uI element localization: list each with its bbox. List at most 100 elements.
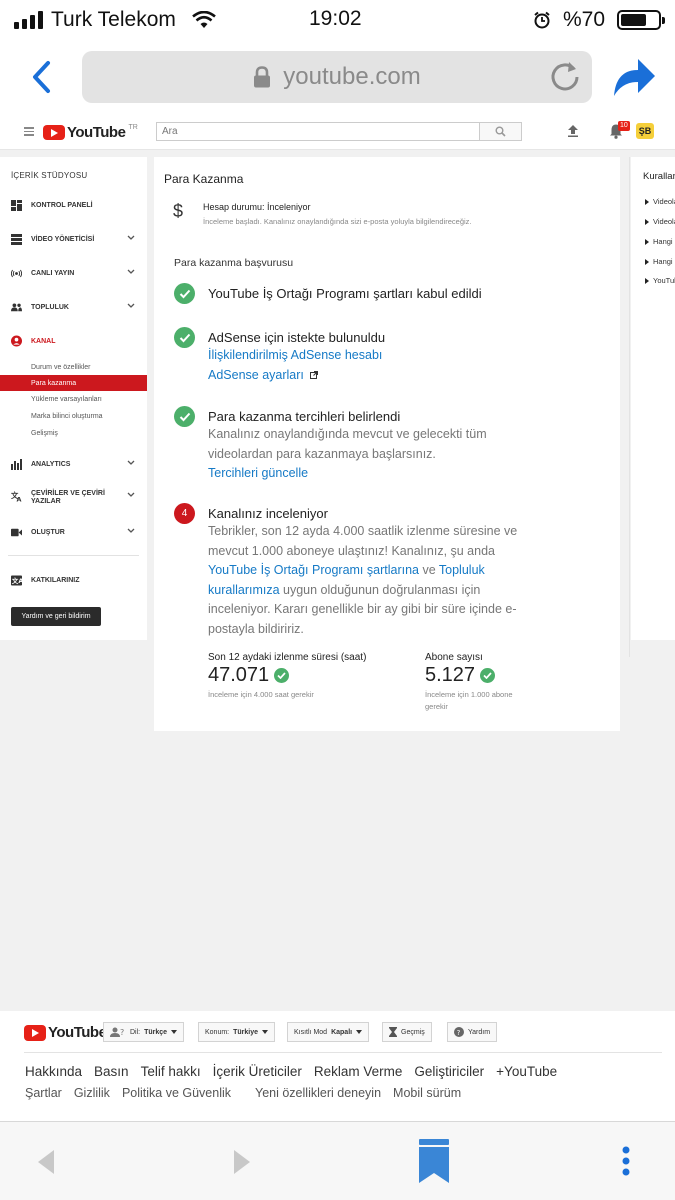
panel-item[interactable]: Hangi	[645, 257, 673, 266]
caret-right-icon	[645, 258, 649, 265]
sidebar-item-label: TOPLULUK	[31, 303, 69, 311]
adsense-settings-link[interactable]: AdSense ayarları	[208, 366, 538, 386]
footer-link-policy[interactable]: Politika ve Güvenlik	[122, 1086, 231, 1100]
panel-item[interactable]: Videolar	[645, 197, 675, 206]
language-picker[interactable]: ? Dil: Türkçe	[103, 1022, 185, 1042]
translate-icon: 文A	[11, 490, 22, 501]
studio-sidebar: İÇERİK STÜDYOSU KONTROL PANELİ VİDEO YÖN…	[0, 157, 147, 640]
footer-link-new-features[interactable]: Yeni özellikleri deneyin	[255, 1086, 381, 1100]
footer-link-developers[interactable]: Geliştiriciler	[414, 1064, 484, 1079]
footer-link-creators[interactable]: İçerik Üreticiler	[213, 1064, 302, 1079]
sidebar-item-create[interactable]: OLUŞTUR	[0, 523, 147, 541]
sidebar-sub-branding[interactable]: Marka bilinci oluşturma	[0, 408, 147, 424]
play-logo-icon	[24, 1024, 46, 1041]
help-button[interactable]: ? Yardım	[447, 1022, 498, 1042]
footer-primary-links: Hakkında Basın Telif hakkı İçerik Üretic…	[25, 1064, 557, 1079]
footer-link-about[interactable]: Hakkında	[25, 1064, 82, 1079]
sidebar-sub-monetization[interactable]: Para kazanma	[0, 375, 147, 391]
search-button[interactable]	[480, 122, 522, 141]
footer-link-plus-youtube[interactable]: +YouTube	[496, 1064, 557, 1079]
step-description: Tebrikler, son 12 ayda 4.000 saatlik izl…	[208, 524, 518, 636]
sidebar-item-video-manager[interactable]: VİDEO YÖNETİCİSİ	[0, 230, 147, 248]
check-circle-icon	[174, 406, 195, 427]
upload-button[interactable]	[567, 124, 579, 143]
chevron-down-icon	[127, 269, 135, 274]
svg-text:?: ?	[120, 1028, 124, 1037]
search-input[interactable]: Ara	[156, 122, 480, 141]
toolbar-more-button[interactable]	[620, 1146, 632, 1183]
footer-link-press[interactable]: Basın	[94, 1064, 129, 1079]
adsense-account-link[interactable]: İlişkilendirilmiş AdSense hesabı	[208, 346, 538, 366]
footer-link-terms[interactable]: Şartlar	[25, 1086, 62, 1100]
sidebar-sub-advanced[interactable]: Gelişmiş	[0, 425, 147, 441]
alarm-icon	[534, 11, 550, 29]
signal-icon	[14, 11, 43, 29]
community-icon	[11, 302, 22, 313]
menu-icon[interactable]	[24, 127, 34, 138]
sidebar-sub-upload-defaults[interactable]: Yükleme varsayılanları	[0, 391, 147, 407]
reload-button[interactable]	[548, 60, 582, 101]
share-button[interactable]	[592, 56, 675, 98]
adsense-settings-label: AdSense ayarları	[208, 367, 304, 382]
url-text: youtube.com	[283, 63, 421, 90]
history-button[interactable]: Geçmiş	[382, 1022, 432, 1042]
share-arrow-icon	[613, 59, 655, 96]
footer-link-advertise[interactable]: Reklam Verme	[314, 1064, 403, 1079]
panel-item[interactable]: Hangi	[645, 237, 673, 246]
step-title: YouTube İş Ortağı Programı şartları kabu…	[208, 286, 482, 301]
scrollbar[interactable]	[624, 157, 630, 657]
svg-text:?: ?	[457, 1029, 461, 1037]
dollar-icon: $	[173, 201, 184, 221]
stat-value: 5.127	[425, 664, 476, 686]
toolbar-forward-button[interactable]	[232, 1150, 250, 1179]
check-circle-icon	[274, 668, 290, 683]
footer-youtube-logo[interactable]: YouTube	[24, 1024, 107, 1041]
address-field[interactable]: youtube.com	[82, 51, 592, 103]
toolbar-back-button[interactable]	[38, 1150, 56, 1179]
youtube-logo[interactable]: YouTube TR	[43, 124, 138, 141]
chevron-down-icon	[127, 460, 135, 465]
sidebar-item-channel[interactable]: KANAL	[0, 332, 147, 350]
browser-url-bar: youtube.com	[0, 40, 675, 114]
sidebar-item-label: VİDEO YÖNETİCİSİ	[31, 235, 95, 243]
location-picker[interactable]: Konum: Türkiye	[198, 1022, 276, 1042]
panel-item[interactable]: YouTube	[645, 276, 675, 285]
restricted-mode-picker[interactable]: Kısıtlı Mod Kapalı	[287, 1022, 370, 1042]
stat-note: İnceleme için 4.000 saat gerekir	[208, 690, 314, 699]
sidebar-item-dashboard[interactable]: KONTROL PANELİ	[0, 196, 147, 214]
section-title: Para kazanma başvurusu	[174, 257, 294, 269]
footer-link-privacy[interactable]: Gizlilik	[74, 1086, 110, 1100]
sidebar-item-community[interactable]: TOPLULUK	[0, 298, 147, 316]
analytics-icon	[11, 458, 22, 470]
footer-link-mobile[interactable]: Mobil sürüm	[393, 1086, 461, 1100]
channel-icon	[11, 335, 22, 347]
sidebar-item-label: ÇEVİRİLER VE ÇEVİRİ YAZILAR	[31, 490, 105, 505]
play-logo-icon	[43, 125, 65, 140]
caret-right-icon	[645, 277, 649, 284]
step-description: Kanalınız onaylandığında mevcut ve gelec…	[208, 427, 487, 461]
sidebar-sub-status[interactable]: Durum ve özellikler	[0, 359, 147, 375]
create-icon	[11, 527, 22, 538]
sidebar-item-translations[interactable]: 文A ÇEVİRİLER VE ÇEVİRİ YAZILAR	[0, 487, 147, 509]
help-feedback-button[interactable]: Yardım ve geri bildirim	[11, 607, 101, 626]
account-status-note: İnceleme başladı. Kanalınız onaylandığın…	[203, 217, 472, 226]
sidebar-title: İÇERİK STÜDYOSU	[11, 171, 88, 180]
browser-toolbar	[0, 1121, 675, 1200]
update-preferences-link[interactable]: Tercihleri güncelle	[208, 464, 538, 484]
external-link-icon	[310, 371, 319, 380]
clock: 19:02	[309, 7, 362, 30]
sidebar-item-contributions[interactable]: 文A KATKILARINIZ	[0, 571, 147, 589]
partner-terms-link[interactable]: YouTube İş Ortağı Programı şartlarına	[208, 563, 419, 577]
panel-item[interactable]: Videolar	[645, 217, 675, 226]
sidebar-item-live[interactable]: CANLI YAYIN	[0, 264, 147, 282]
toolbar-bookmark-button[interactable]	[419, 1139, 449, 1188]
sidebar-item-analytics[interactable]: ANALYTICS	[0, 455, 147, 473]
footer-link-copyright[interactable]: Telif hakkı	[141, 1064, 201, 1079]
sidebar-item-label: KONTROL PANELİ	[31, 201, 93, 209]
avatar[interactable]: ŞB	[636, 123, 654, 139]
youtube-footer: YouTube ? Dil: Türkçe Konum: Türkiye Kısıt…	[0, 1011, 675, 1121]
browser-back-button[interactable]	[0, 60, 82, 94]
watch-time-stat: Son 12 aydaki izlenme süresi (saat) 47.0…	[208, 652, 398, 701]
stat-label: Abone sayısı	[425, 652, 483, 663]
language-people-icon: ?	[110, 1027, 124, 1037]
